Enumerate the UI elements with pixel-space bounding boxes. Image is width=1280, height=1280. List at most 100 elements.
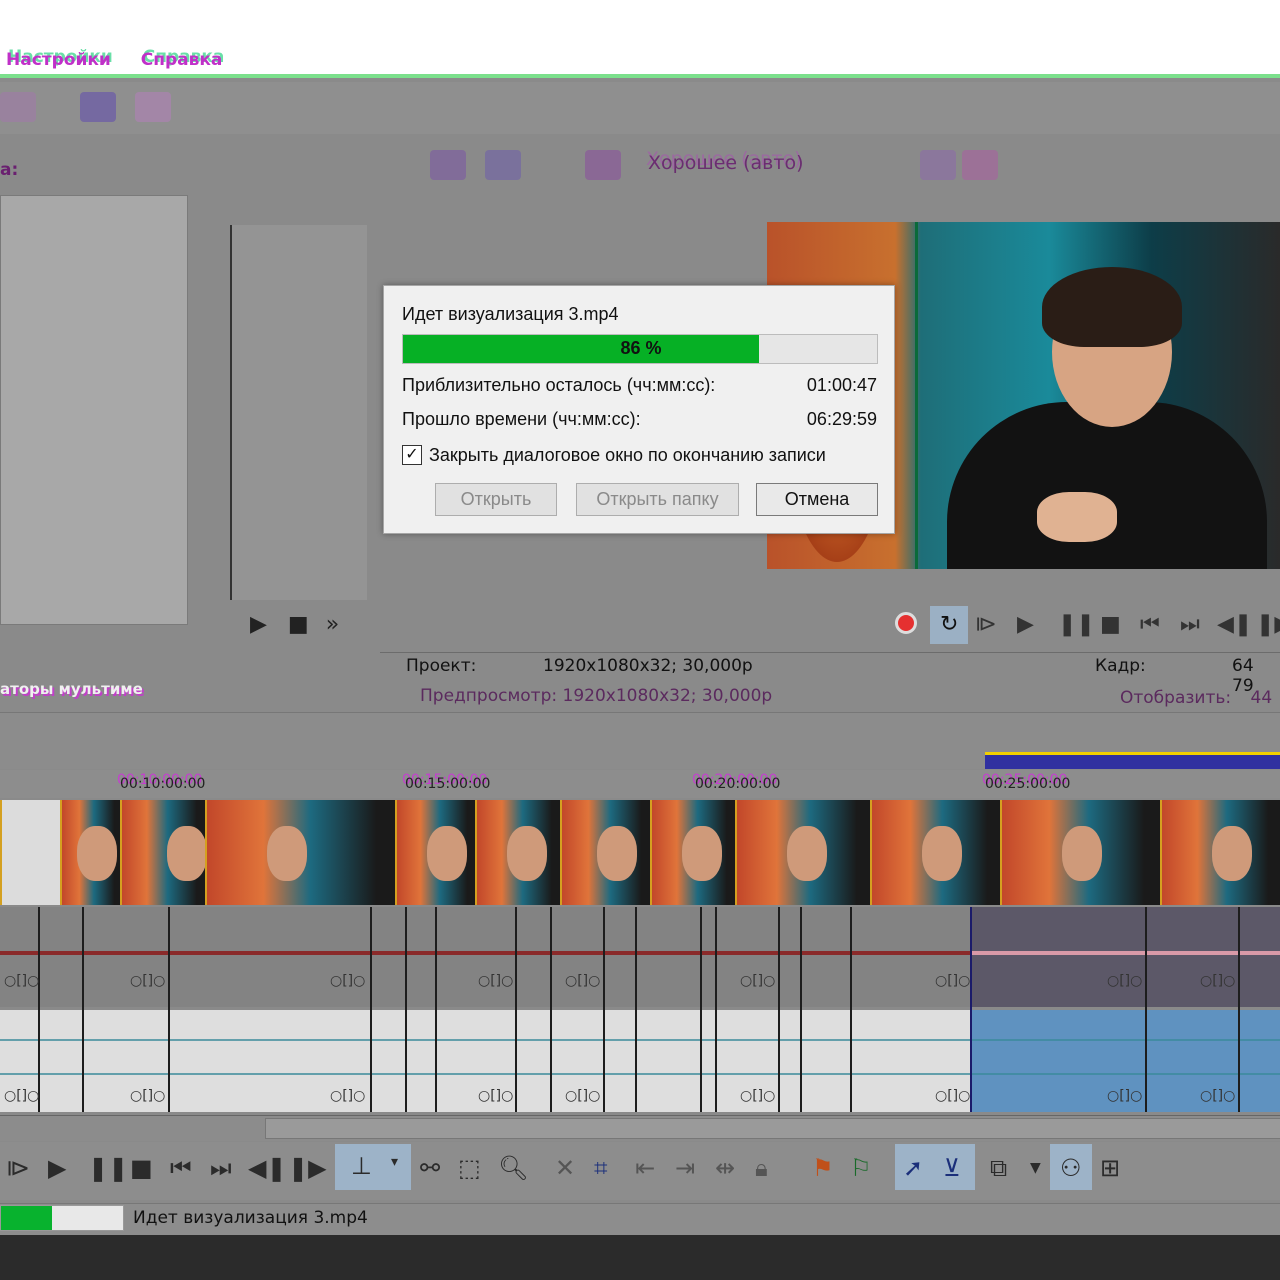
split-screen-icon[interactable] (585, 150, 621, 180)
tab-media-generators[interactable]: аторы мультиме (0, 680, 143, 698)
play-from-start-icon[interactable]: ⧐ (975, 612, 997, 637)
ruler-tick: 00:25:00:00 (985, 776, 1071, 792)
volume-envelope-icon[interactable]: ○[]○ (740, 973, 775, 989)
dropdown-arrow-icon[interactable]: ▼ (1030, 1160, 1041, 1176)
volume-envelope-icon[interactable]: ○[]○ (1107, 1088, 1142, 1104)
stop-icon[interactable]: ■ (1100, 612, 1121, 637)
grouping-icon[interactable]: ⚇ (1050, 1144, 1092, 1190)
display-info: Отобразить: 44 (1120, 688, 1272, 708)
volume-envelope-icon[interactable]: ○[]○ (1200, 973, 1235, 989)
trimmer-transport: ▶ ■ » (250, 612, 339, 637)
lock-icon[interactable]: 🔒︎ (755, 1154, 768, 1182)
volume-envelope-icon[interactable]: ○[]○ (4, 973, 39, 989)
go-to-end-icon[interactable]: ⏭ (1180, 612, 1200, 637)
volume-envelope-icon[interactable]: ○[]○ (330, 973, 365, 989)
volume-envelope-icon[interactable]: ○[]○ (935, 1088, 970, 1104)
more-icon[interactable]: » (326, 612, 339, 637)
go-to-start-icon[interactable]: ⏮ (1140, 612, 1160, 637)
video-clip[interactable] (735, 800, 870, 905)
loop-icon[interactable]: ↻ (930, 606, 968, 644)
pause-icon[interactable]: ❚❚ (1058, 612, 1095, 637)
video-clip[interactable] (395, 800, 475, 905)
external-monitor-icon[interactable] (485, 150, 521, 180)
prev-frame-icon[interactable]: ◀❚ (248, 1154, 287, 1182)
ruler-tick: 00:10:00:00 (120, 776, 206, 792)
pause-icon[interactable]: ❚❚ (88, 1154, 128, 1182)
selection-tool-icon[interactable]: ⬚ (458, 1154, 481, 1182)
marker-icon[interactable]: ⚑ (812, 1154, 834, 1182)
envelope-tool-icon[interactable]: ⚯ (420, 1154, 440, 1182)
close-on-finish-checkbox[interactable]: ✓ (402, 445, 422, 465)
auto-ripple-icon[interactable]: ➚ ⊻ (895, 1144, 975, 1190)
volume-envelope-icon[interactable]: ○[]○ (130, 973, 165, 989)
next-frame-icon[interactable]: ❚▶ (1256, 612, 1280, 637)
play-from-start-icon[interactable]: ⧐ (6, 1154, 30, 1182)
snapping-icon[interactable]: ⧉ (990, 1154, 1007, 1182)
video-clip[interactable] (560, 800, 650, 905)
volume-envelope-icon[interactable]: ○[]○ (935, 973, 970, 989)
volume-envelope-icon[interactable]: ○[]○ (740, 1088, 775, 1104)
volume-envelope-icon[interactable]: ○[]○ (565, 1088, 600, 1104)
prev-frame-icon[interactable]: ◀❚ (1217, 612, 1252, 637)
close-on-finish-label[interactable]: Закрыть диалоговое окно по окончанию зап… (429, 445, 826, 466)
split-icon[interactable]: ⇹ (715, 1154, 735, 1182)
trimmer-panel[interactable] (230, 225, 367, 600)
video-clip[interactable] (205, 800, 395, 905)
video-clip[interactable] (120, 800, 207, 905)
play-icon[interactable]: ▶ (1017, 612, 1034, 637)
timeline-ruler[interactable]: 00:10:00:00 00:15:00:00 00:20:00:00 00:2… (0, 770, 1280, 798)
slideshow-icon[interactable]: ⊞ (1100, 1154, 1120, 1182)
display-value: 44 (1250, 688, 1273, 708)
cursor-line[interactable] (970, 907, 972, 1112)
open-button[interactable]: Открыть (435, 483, 557, 516)
play-icon[interactable]: ▶ (48, 1154, 66, 1182)
loop-region-bar[interactable] (985, 752, 1280, 769)
record-icon[interactable] (895, 612, 917, 634)
volume-envelope-icon[interactable]: ○[]○ (130, 1088, 165, 1104)
video-clip[interactable] (475, 800, 560, 905)
delete-icon[interactable]: ✕ (555, 1154, 575, 1182)
normal-edit-tool-icon[interactable]: ⊥ ▾ (335, 1144, 411, 1190)
video-clip[interactable] (870, 800, 1000, 905)
stop-icon[interactable]: ■ (130, 1154, 153, 1182)
volume-envelope-icon[interactable]: ○[]○ (1200, 1088, 1235, 1104)
save-snapshot-icon[interactable] (962, 150, 998, 180)
hand-icon[interactable] (80, 92, 116, 122)
preview-quality-dropdown[interactable]: Хорошее (авто) (648, 152, 804, 174)
region-icon[interactable]: ⚐ (850, 1154, 872, 1182)
next-frame-icon[interactable]: ❚▶ (288, 1154, 327, 1182)
volume-envelope-icon[interactable]: ○[]○ (478, 973, 513, 989)
render-progress-dialog: Идет визуализация 3.mp4 86 % Приблизител… (383, 285, 895, 534)
go-to-end-icon[interactable]: ⏭ (210, 1154, 232, 1182)
clip-boundary (435, 907, 437, 1112)
play-icon[interactable]: ▶ (250, 612, 267, 637)
volume-envelope-icon[interactable]: ○[]○ (565, 973, 600, 989)
video-clip[interactable] (0, 800, 60, 905)
volume-envelope-icon[interactable]: ○[]○ (1107, 973, 1142, 989)
explorer-panel[interactable] (0, 195, 188, 625)
trim-icon[interactable]: ⌗ (594, 1154, 608, 1182)
open-folder-button[interactable]: Открыть папку (576, 483, 739, 516)
video-clip[interactable] (1000, 800, 1160, 905)
video-track[interactable] (0, 800, 1280, 905)
cancel-button[interactable]: Отмена (756, 483, 878, 516)
timeline-scroll-thumb[interactable] (265, 1118, 1280, 1139)
volume-envelope-icon[interactable]: ○[]○ (478, 1088, 513, 1104)
clip-boundary (370, 907, 372, 1112)
menu-help[interactable]: Справка (141, 50, 223, 70)
preview-settings-icon[interactable] (430, 150, 466, 180)
video-clip[interactable] (650, 800, 735, 905)
stop-icon[interactable]: ■ (288, 612, 309, 637)
zoom-tool-icon[interactable]: 🔍︎ (498, 1154, 528, 1182)
volume-envelope-icon[interactable]: ○[]○ (330, 1088, 365, 1104)
undo-icon[interactable] (0, 92, 36, 122)
trim-start-icon[interactable]: ⇤ (635, 1154, 655, 1182)
video-clip[interactable] (1160, 800, 1280, 905)
menu-settings[interactable]: Настройки (6, 50, 111, 70)
trim-end-icon[interactable]: ⇥ (675, 1154, 695, 1182)
video-clip[interactable] (60, 800, 120, 905)
help-pointer-icon[interactable] (135, 92, 171, 122)
go-to-start-icon[interactable]: ⏮ (170, 1154, 192, 1182)
volume-envelope-icon[interactable]: ○[]○ (4, 1088, 39, 1104)
copy-snapshot-icon[interactable] (920, 150, 956, 180)
